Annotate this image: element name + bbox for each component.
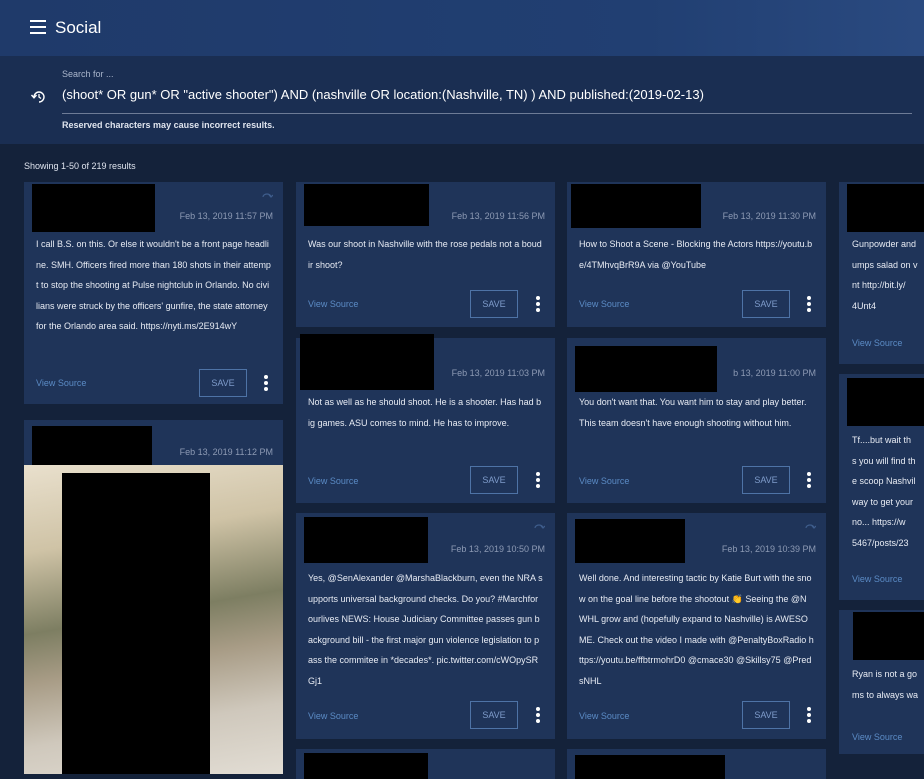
view-source-link[interactable]: View Source	[579, 711, 629, 721]
redacted-author	[853, 612, 924, 660]
post-date: Feb 13, 2019 11:57 PM	[179, 211, 273, 221]
post-text: Was our shoot in Nashville with the rose…	[308, 239, 542, 270]
more-options-icon[interactable]	[807, 707, 811, 723]
more-options-icon[interactable]	[264, 375, 268, 391]
view-source-link[interactable]: View Source	[308, 476, 358, 486]
post-date: Feb 13, 2019 10:39 PM	[721, 544, 816, 554]
post-card: Feb 13, 2019 10:39 PM Well done. And int…	[567, 513, 826, 739]
post-card: Tf....but wait th s you will find th e sco…	[839, 374, 924, 600]
result-count: Showing 1-50 of 219 results	[24, 161, 136, 171]
post-card	[296, 749, 555, 779]
redacted-author	[575, 346, 717, 392]
post-card: Feb 13, 2019 10:50 PM Yes, @SenAlexander…	[296, 513, 555, 739]
post-text: Ryan is not a go ms to always wa	[852, 669, 919, 700]
more-options-icon[interactable]	[536, 707, 540, 723]
post-text: How to Shoot a Scene - Blocking the Acto…	[579, 239, 813, 270]
history-icon[interactable]	[30, 88, 48, 106]
repost-icon	[805, 524, 816, 529]
post-text: Gunpowder and umps salad on v nt http://bi…	[852, 239, 918, 311]
redacted-author	[32, 184, 155, 232]
post-text: You don't want that. You want him to sta…	[579, 397, 807, 428]
more-options-icon[interactable]	[536, 296, 540, 312]
post-card: Gunpowder and umps salad on v nt http://bi…	[839, 182, 924, 364]
post-date: Feb 13, 2019 11:03 PM	[451, 368, 545, 378]
redacted-author	[300, 334, 434, 390]
post-card: b 13, 2019 11:00 PM You don't want that.…	[567, 338, 826, 503]
post-card: Feb 13, 2019 11:03 PM Not as well as he …	[296, 334, 555, 503]
save-button[interactable]: SAVE	[742, 466, 790, 494]
search-label: Search for ...	[62, 69, 114, 79]
save-button[interactable]: SAVE	[470, 290, 518, 318]
post-text: Well done. And interesting tactic by Kat…	[579, 573, 814, 686]
post-text: Tf....but wait th s you will find th e sco…	[852, 435, 916, 548]
post-card	[567, 749, 826, 779]
post-card: Feb 13, 2019 11:57 PM I call B.S. on thi…	[24, 182, 283, 404]
post-text: I call B.S. on this. Or else it wouldn't…	[36, 239, 271, 331]
redacted-author	[32, 426, 152, 468]
post-card: Feb 13, 2019 11:12 PM	[24, 420, 283, 774]
view-source-link[interactable]: View Source	[579, 299, 629, 309]
app-header: Social	[0, 0, 924, 56]
post-date: Feb 13, 2019 11:30 PM	[722, 211, 816, 221]
repost-icon	[534, 524, 545, 529]
view-source-link[interactable]: View Source	[308, 299, 358, 309]
view-source-link[interactable]: View Source	[36, 378, 86, 388]
view-source-link[interactable]: View Source	[308, 711, 358, 721]
post-date: b 13, 2019 11:00 PM	[733, 368, 816, 378]
post-date: Feb 13, 2019 11:56 PM	[451, 211, 545, 221]
save-button[interactable]: SAVE	[742, 701, 790, 729]
post-text: Not as well as he should shoot. He is a …	[308, 397, 542, 428]
post-image[interactable]	[24, 465, 283, 774]
hamburger-menu-icon[interactable]	[30, 20, 46, 34]
more-options-icon[interactable]	[807, 296, 811, 312]
more-options-icon[interactable]	[807, 472, 811, 488]
post-card: Feb 13, 2019 11:30 PM How to Shoot a Sce…	[567, 182, 826, 327]
save-button[interactable]: SAVE	[742, 290, 790, 318]
save-button[interactable]: SAVE	[470, 701, 518, 729]
redacted-author	[304, 184, 429, 226]
post-card: Ryan is not a go ms to always wa View Sou…	[839, 610, 924, 754]
redacted-author	[304, 753, 428, 779]
post-text: Yes, @SenAlexander @MarshaBlackburn, eve…	[308, 573, 543, 686]
post-date: Feb 13, 2019 11:12 PM	[179, 447, 273, 457]
save-button[interactable]: SAVE	[470, 466, 518, 494]
search-panel: Search for ... (shoot* OR gun* OR "activ…	[0, 56, 924, 144]
redacted-image-content	[62, 473, 210, 774]
redacted-author	[575, 519, 685, 563]
more-options-icon[interactable]	[536, 472, 540, 488]
view-source-link[interactable]: View Source	[579, 476, 629, 486]
redacted-author	[847, 378, 924, 426]
post-date: Feb 13, 2019 10:50 PM	[450, 544, 545, 554]
search-input[interactable]: (shoot* OR gun* OR "active shooter") AND…	[62, 87, 912, 114]
redacted-author	[575, 755, 725, 779]
search-warning: Reserved characters may cause incorrect …	[62, 120, 275, 130]
save-button[interactable]: SAVE	[199, 369, 247, 397]
post-card: Feb 13, 2019 11:56 PM Was our shoot in N…	[296, 182, 555, 327]
redacted-author	[304, 517, 428, 563]
redacted-author	[847, 184, 924, 232]
view-source-link[interactable]: View Source	[852, 338, 902, 348]
repost-icon	[262, 193, 273, 198]
app-title: Social	[55, 18, 102, 37]
view-source-link[interactable]: View Source	[852, 732, 902, 742]
view-source-link[interactable]: View Source	[852, 574, 902, 584]
redacted-author	[571, 184, 701, 228]
